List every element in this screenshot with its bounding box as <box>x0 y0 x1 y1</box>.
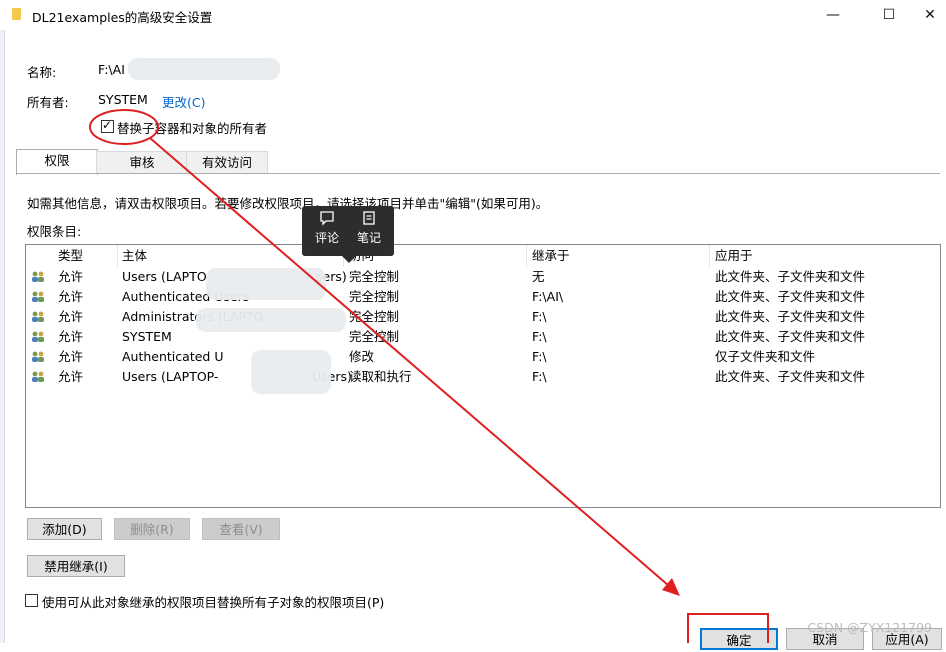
cell-inherited: 无 <box>532 269 545 284</box>
redacted-area <box>196 308 346 332</box>
arrowhead <box>662 578 680 596</box>
note-popup-button[interactable]: 笔记 <box>346 210 392 246</box>
comment-icon <box>320 211 334 226</box>
users-icon <box>32 371 44 382</box>
tab-effective-access[interactable]: 有效访问 <box>186 151 268 174</box>
column-header-type[interactable]: 类型 <box>52 245 118 267</box>
cell-inherited: F:\ <box>532 329 547 344</box>
replace-owner-checkbox[interactable] <box>101 118 114 133</box>
redacted-area <box>251 350 331 394</box>
cell-type: 允许 <box>58 349 84 364</box>
cell-type: 允许 <box>58 269 84 284</box>
tab-auditing[interactable]: 审核 <box>96 151 188 174</box>
cell-inherited: F:\ <box>532 369 547 384</box>
permission-entries-label: 权限条目: <box>27 224 82 239</box>
cell-applies: 此文件夹、子文件夹和文件 <box>715 329 866 344</box>
users-icon <box>32 351 44 362</box>
permissions-info-text: 如需其他信息，请双击权限项目。若要修改权限项目，请选择该项目并单击"编辑"(如果… <box>27 196 549 211</box>
column-header-inherited-from[interactable]: 继承于 <box>526 245 710 267</box>
owner-value: SYSTEM <box>98 92 148 107</box>
tab-permissions[interactable]: 权限 <box>16 149 98 175</box>
cell-applies: 仅子文件夹和文件 <box>715 349 816 364</box>
cell-inherited: F:\ <box>532 349 547 364</box>
name-label: 名称: <box>27 65 57 80</box>
disable-inheritance-button[interactable]: 禁用继承(I) <box>27 555 125 577</box>
cell-type: 允许 <box>58 369 84 384</box>
redacted-area <box>206 268 326 300</box>
permission-row[interactable]: 允许 Administrators (LAPTO 完全控制 F:\ 此文件夹、子文件夹和… <box>26 307 938 327</box>
cell-type: 允许 <box>58 309 84 324</box>
cell-type: 允许 <box>58 289 84 304</box>
folder-icon <box>12 8 21 20</box>
redacted-area <box>128 58 280 80</box>
note-icon <box>363 211 375 225</box>
comment-popup-button[interactable]: 评论 <box>304 210 350 246</box>
window-title: DL21examples的高级安全设置 <box>32 10 213 25</box>
remove-button[interactable]: 删除(R) <box>114 518 190 540</box>
cell-type: 允许 <box>58 329 84 344</box>
note-label: 笔记 <box>356 231 381 245</box>
watermark: CSDN @ZYX121799 <box>807 620 932 635</box>
permission-row[interactable]: 允许 Users (LAPTO 完全控制无此文件夹、子文件夹和文件 sers) <box>26 267 938 287</box>
cell-inherited: F:\ <box>532 309 547 324</box>
maximize-button[interactable]: ☐ <box>866 0 912 30</box>
cell-applies: 此文件夹、子文件夹和文件 <box>715 269 866 284</box>
ok-button[interactable]: 确定 <box>700 628 778 650</box>
users-icon <box>32 311 44 322</box>
window-edge <box>0 30 5 643</box>
owner-label: 所有者: <box>27 95 69 110</box>
cell-applies: 此文件夹、子文件夹和文件 <box>715 369 866 384</box>
minimize-button[interactable]: — <box>810 0 856 30</box>
cell-access: 完全控制 <box>349 329 400 344</box>
permission-entries-list[interactable]: 类型 主体 访问 继承于 应用于 允许Users (LAPTO完全控制无此文件夹… <box>25 244 941 508</box>
add-button[interactable]: 添加(D) <box>27 518 102 540</box>
replace-child-permissions-label: 使用可从此对象继承的权限项目替换所有子对象的权限项目(P) <box>42 595 385 610</box>
cell-access: 完全控制 <box>349 269 400 284</box>
cell-access: 读取和执行 <box>349 369 412 384</box>
users-icon <box>32 271 44 282</box>
comment-label: 评论 <box>314 231 339 245</box>
name-value: F:\AI <box>98 62 125 77</box>
cell-access: 修改 <box>349 349 375 364</box>
column-header-applies-to[interactable]: 应用于 <box>709 245 938 267</box>
title-bar: DL21examples的高级安全设置 — ☐ ✕ <box>0 0 946 30</box>
replace-child-permissions-checkbox[interactable] <box>25 594 38 607</box>
selection-popup: 评论 笔记 <box>302 206 394 263</box>
cell-inherited: F:\AI\ <box>532 289 564 304</box>
cell-access: 完全控制 <box>349 309 400 324</box>
tab-divider <box>16 173 940 174</box>
replace-owner-label: 替换子容器和对象的所有者 <box>117 121 268 136</box>
permission-row[interactable]: 允许 Users (LAPTOP- 读取和执行 F:\ 此文件夹、子文件夹和文件 User… <box>26 367 938 387</box>
cell-access: 完全控制 <box>349 289 400 304</box>
permission-row[interactable]: 允许 Authenticated Users 完全控制 F:\AI\ 此文件夹、子文件夹… <box>26 287 938 307</box>
view-button[interactable]: 查看(V) <box>202 518 280 540</box>
cell-applies: 此文件夹、子文件夹和文件 <box>715 289 866 304</box>
change-owner-link[interactable]: 更改(C) <box>162 92 205 111</box>
users-icon <box>32 291 44 302</box>
cell-applies: 此文件夹、子文件夹和文件 <box>715 309 866 324</box>
close-button[interactable]: ✕ <box>914 0 946 30</box>
permission-row[interactable]: 允许 SYSTEM 完全控制 F:\ 此文件夹、子文件夹和文件 <box>26 327 938 347</box>
permission-row[interactable]: 允许 Authenticated U 修改 F:\ 仅子文件夹和文件 <box>26 347 938 367</box>
users-icon <box>32 331 44 342</box>
